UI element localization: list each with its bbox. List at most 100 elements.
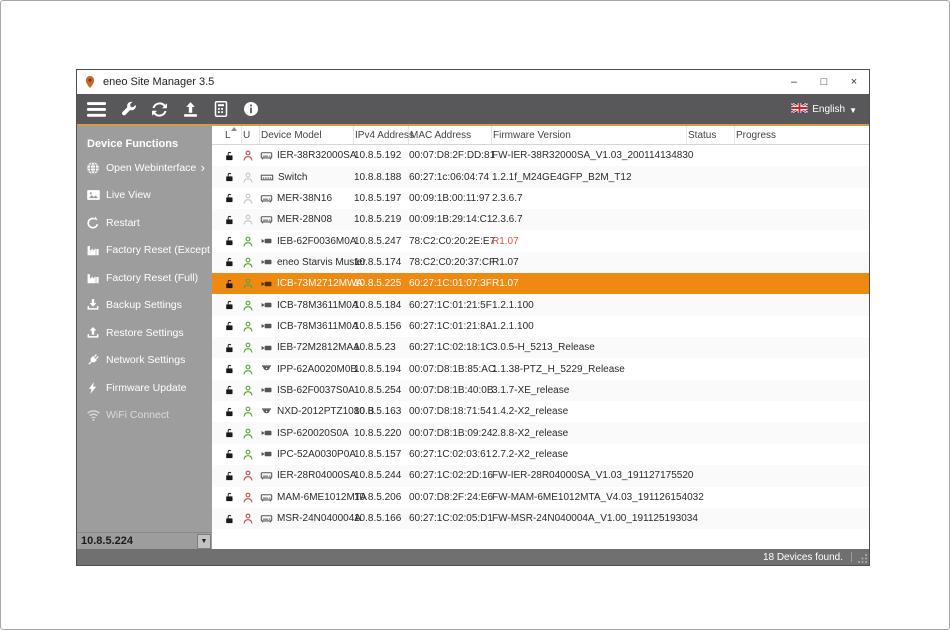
ip-selector-dropdown-button[interactable]: ▼ [197, 534, 211, 549]
resize-grip-icon[interactable] [856, 551, 868, 563]
device-model-label: ICB-78M3611M0A [277, 321, 359, 332]
column-header-user[interactable]: U [242, 126, 260, 144]
maximize-button[interactable]: □ [809, 70, 839, 94]
table-row[interactable]: Switch10.8.8.18860:27:1c:06:04:741.2.1f_… [212, 166, 869, 187]
sidebar: Device Functions Open Webinterface›Live … [77, 126, 212, 549]
menu-icon[interactable] [87, 102, 106, 117]
sidebar-item-restore-settings[interactable]: Restore Settings [77, 319, 212, 347]
firmware-cell: 1.2.1.100 [492, 321, 687, 332]
lock-open-icon [224, 214, 242, 226]
user-icon [242, 491, 260, 504]
calculator-icon[interactable] [213, 101, 229, 117]
sidebar-items: Open Webinterface›Live View Restart Factor… [77, 154, 212, 429]
lock-cell [224, 384, 242, 396]
table-row[interactable]: MER-28N0810.8.5.21900:09:1B:29:14:C12.3.… [212, 209, 869, 230]
device-model-label: ISP-620020S0A [277, 428, 349, 439]
table-row[interactable]: NXD-2012PTZ1080 B10.8.5.16300:07:D8:18:7… [212, 401, 869, 422]
ip-selector-combobox[interactable]: 10.8.5.224 ▼ [77, 532, 212, 549]
lock-open-icon [224, 384, 242, 396]
table-row[interactable]: IER-28R04000SA10.8.5.24460:27:1C:02:2D:1… [212, 465, 869, 486]
device-model-cell: MAM-6ME1012MTA [260, 491, 354, 504]
column-header-device-model[interactable]: Device Model [260, 126, 354, 144]
table-row[interactable]: MER-38N1610.8.5.19700:09:1B:00:11:972.3.… [212, 188, 869, 209]
lock-cell [224, 278, 242, 290]
mac-cell: 60:27:1C:02:18:1C [409, 342, 492, 353]
lock-cell [224, 299, 242, 311]
user-cell [242, 213, 260, 226]
mac-cell: 00:07:D8:2F:DD:81 [409, 150, 492, 161]
firmware-cell: 2.3.6.7 [492, 214, 687, 225]
refresh-icon[interactable] [151, 101, 168, 118]
device-model-cell: NXD-2012PTZ1080 B [260, 406, 354, 418]
column-header-ipv4[interactable]: IPv4 Address [354, 126, 409, 144]
user-icon [242, 256, 260, 269]
minimize-button[interactable]: – [779, 70, 809, 94]
table-row[interactable]: IEB-72M2812MAA10.8.5.2360:27:1C:02:18:1C… [212, 337, 869, 358]
device-model-cell: IPC-52A0030P0A [260, 448, 354, 460]
column-header-status[interactable]: Status [687, 126, 735, 144]
sidebar-item-factory-reset-except-ip[interactable]: Factory Reset (Except IP) [77, 237, 212, 265]
mac-cell: 00:07:D8:2F:24:E6 [409, 492, 492, 503]
recorder-icon [260, 512, 273, 525]
language-selector[interactable]: English ▼ [791, 103, 857, 116]
sidebar-item-firmware-update[interactable]: Firmware Update [77, 374, 212, 402]
lock-open-icon [224, 513, 242, 525]
table-row[interactable]: IER-38R32000SA10.8.5.19200:07:D8:2F:DD:8… [212, 145, 869, 166]
sidebar-item-network-settings[interactable]: Network Settings [77, 347, 212, 375]
table-row[interactable]: ISP-620020S0A10.8.5.22000:07:D8:1B:09:24… [212, 422, 869, 443]
sidebar-item-label: Restart [106, 217, 140, 229]
device-model-cell: IPP-62A0020M0B [260, 363, 354, 375]
info-icon[interactable] [243, 101, 259, 117]
sidebar-item-factory-reset-full[interactable]: Factory Reset (Full) [77, 264, 212, 292]
lock-cell [224, 150, 242, 162]
wrench-icon[interactable] [120, 101, 137, 118]
column-header-progress[interactable]: Progress [735, 126, 869, 144]
sidebar-item-restart[interactable]: Restart [77, 209, 212, 237]
user-cell [242, 235, 260, 248]
upload-tray-icon [86, 326, 106, 340]
desktop-canvas: eneo Site Manager 3.5 – □ × [0, 0, 950, 630]
mac-cell: 00:09:1B:29:14:C1 [409, 214, 492, 225]
sidebar-item-live-view[interactable]: Live View [77, 182, 212, 210]
sidebar-item-label: Network Settings [106, 354, 185, 366]
table-row[interactable]: ICB-78M3611M0A10.8.5.18460:27:1C:01:21:5… [212, 294, 869, 315]
title-bar[interactable]: eneo Site Manager 3.5 – □ × [77, 70, 869, 94]
table-empty-area [212, 529, 869, 549]
sidebar-item-open-webinterface[interactable]: Open Webinterface› [77, 154, 212, 182]
user-icon [242, 213, 260, 226]
column-header-mac[interactable]: MAC Address [409, 126, 492, 144]
recorder-icon [260, 192, 273, 205]
user-icon [242, 469, 260, 482]
sidebar-item-label: Factory Reset (Full) [106, 272, 198, 284]
mac-cell: 60:27:1c:06:04:74 [409, 172, 492, 183]
user-icon [242, 171, 260, 184]
mac-cell: 60:27:1C:01:21:5F [409, 300, 492, 311]
table-row[interactable]: IPP-62A0020M0B10.8.5.19400:07:D8:1B:85:A… [212, 358, 869, 379]
camera-icon [260, 342, 273, 354]
device-table-body: IER-38R32000SA10.8.5.19200:07:D8:2F:DD:8… [212, 145, 869, 529]
table-row[interactable]: ICB-78M3611M0A10.8.5.15660:27:1C:01:21:8… [212, 316, 869, 337]
sidebar-item-backup-settings[interactable]: Backup Settings [77, 292, 212, 320]
table-row[interactable]: eneo Starvis Muster10.8.5.17478:C2:C0:20… [212, 252, 869, 273]
table-row[interactable]: MSR-24N040004A10.8.5.16660:27:1C:02:05:D… [212, 508, 869, 529]
eneo-logo-icon [84, 75, 97, 90]
ipv4-cell: 10.8.5.225 [354, 278, 409, 289]
device-model-cell: Switch [260, 171, 354, 184]
table-row[interactable]: IEB-62F0036M0A10.8.5.24778:C2:C0:20:2E:E… [212, 230, 869, 251]
ipv4-cell: 10.8.5.194 [354, 364, 409, 375]
close-button[interactable]: × [839, 70, 869, 94]
lock-cell [224, 320, 242, 332]
table-row[interactable]: ISB-62F0037S0A10.8.5.25400:07:D8:1B:40:0… [212, 380, 869, 401]
table-row[interactable]: IPC-52A0030P0A10.8.5.15760:27:1C:02:03:6… [212, 444, 869, 465]
column-header-lock[interactable]: L [224, 126, 242, 144]
lock-open-icon [224, 427, 242, 439]
table-row[interactable]: MAM-6ME1012MTA10.8.5.20600:07:D8:2F:24:E… [212, 487, 869, 508]
upload-icon[interactable] [182, 101, 199, 118]
column-header-firmware[interactable]: Firmware Version [492, 126, 687, 144]
mac-cell: 00:09:1B:00:11:97 [409, 193, 492, 204]
table-row[interactable]: ICB-73M2712MWA10.8.5.22560:27:1C:01:07:3… [212, 273, 869, 294]
mac-cell: 00:07:D8:1B:09:24 [409, 428, 492, 439]
user-cell [242, 491, 260, 504]
firmware-cell: FW-IER-28R04000SA_V1.03_191127175520 [492, 470, 687, 481]
lock-cell [224, 448, 242, 460]
